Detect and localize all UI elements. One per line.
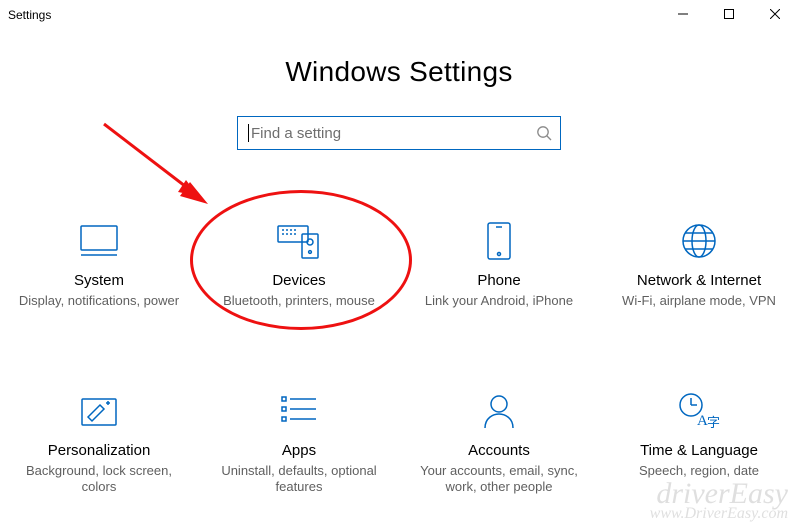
search-box[interactable] [237, 116, 561, 150]
apps-icon [199, 388, 399, 434]
tile-accounts[interactable]: Accounts Your accounts, email, sync, wor… [399, 356, 599, 526]
tile-title: Phone [399, 272, 599, 289]
tile-subtitle: Your accounts, email, sync, work, other … [399, 463, 599, 496]
search-region [0, 116, 798, 150]
minimize-button[interactable] [660, 0, 706, 30]
tile-network[interactable]: Network & Internet Wi-Fi, airplane mode,… [599, 186, 798, 356]
network-icon [599, 218, 798, 264]
tiles-grid: System Display, notifications, power Dev… [0, 186, 798, 526]
maximize-button[interactable] [706, 0, 752, 30]
maximize-icon [724, 8, 734, 22]
search-input[interactable] [251, 125, 536, 142]
tile-time-language[interactable]: A 字 Time & Language Speech, region, date [599, 356, 798, 526]
tile-personalization[interactable]: Personalization Background, lock screen,… [0, 356, 199, 526]
page-title: Windows Settings [0, 56, 798, 88]
tile-subtitle: Bluetooth, printers, mouse [199, 293, 399, 309]
tile-subtitle: Uninstall, defaults, optional features [199, 463, 399, 496]
search-icon [536, 125, 552, 141]
close-icon [770, 8, 780, 22]
tile-title: Network & Internet [599, 272, 798, 289]
tile-phone[interactable]: Phone Link your Android, iPhone [399, 186, 599, 356]
tile-title: Apps [199, 442, 399, 459]
window-title: Settings [8, 8, 51, 22]
minimize-icon [678, 8, 688, 22]
tile-title: Time & Language [599, 442, 798, 459]
tile-devices[interactable]: Devices Bluetooth, printers, mouse [199, 186, 399, 356]
tile-subtitle: Link your Android, iPhone [399, 293, 599, 309]
tile-subtitle: Speech, region, date [599, 463, 798, 479]
titlebar: Settings [0, 0, 798, 30]
tile-title: Accounts [399, 442, 599, 459]
close-button[interactable] [752, 0, 798, 30]
system-icon [0, 218, 199, 264]
phone-icon [399, 218, 599, 264]
devices-icon [199, 218, 399, 264]
tile-subtitle: Background, lock screen, colors [0, 463, 199, 496]
time-language-icon: A 字 [599, 388, 798, 434]
tile-subtitle: Display, notifications, power [0, 293, 199, 309]
tile-system[interactable]: System Display, notifications, power [0, 186, 199, 356]
tile-title: Devices [199, 272, 399, 289]
tile-title: Personalization [0, 442, 199, 459]
svg-text:字: 字 [707, 415, 720, 430]
accounts-icon [399, 388, 599, 434]
tile-title: System [0, 272, 199, 289]
tile-apps[interactable]: Apps Uninstall, defaults, optional featu… [199, 356, 399, 526]
text-caret [248, 124, 249, 142]
tile-subtitle: Wi-Fi, airplane mode, VPN [599, 293, 798, 309]
personalization-icon [0, 388, 199, 434]
